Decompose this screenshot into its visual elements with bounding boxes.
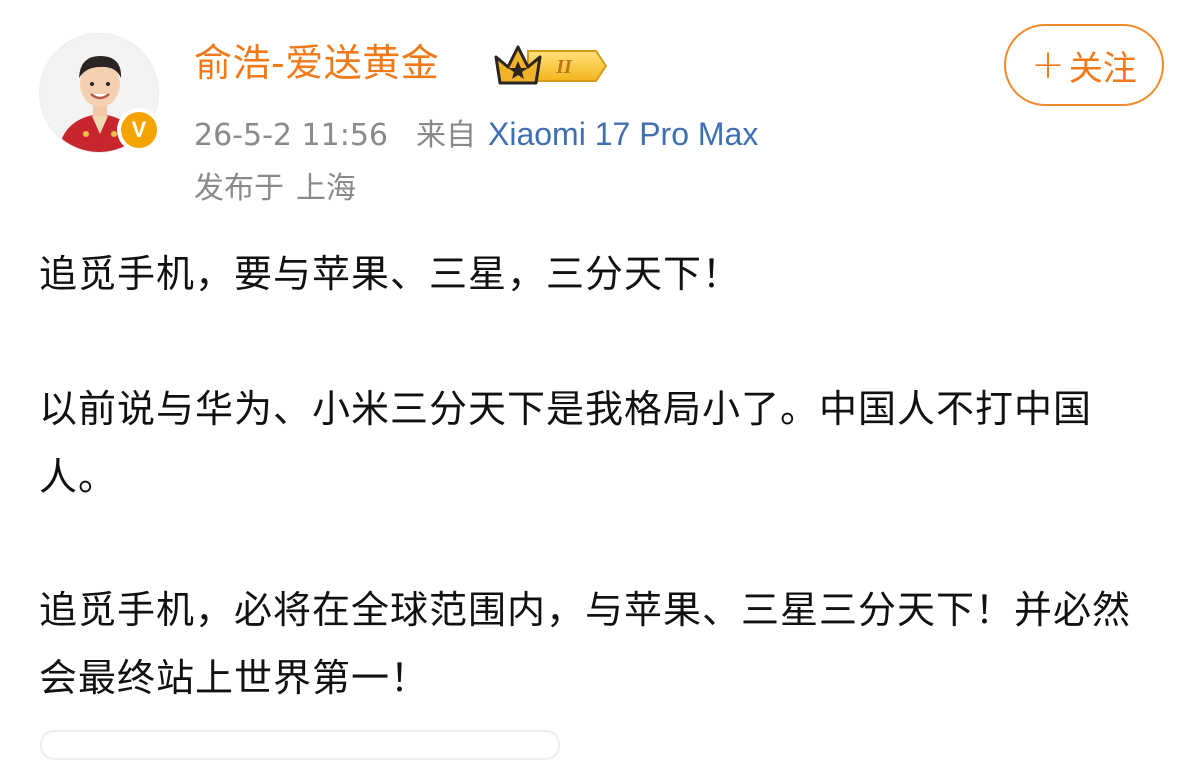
post-meta: 26-5-2 11:56 来自 Xiaomi 17 Pro Max (194, 112, 758, 156)
post-paragraph-3: 追觅手机，必将在全球范围内，与苹果、三星三分天下！并必然会最终站上世界第一！ (39, 588, 1132, 700)
post-timestamp: 26-5-2 11:56 (194, 118, 388, 153)
post-location: 发布于 上海 (194, 168, 356, 210)
location-prefix: 发布于 (194, 171, 284, 206)
next-card-edge (40, 730, 560, 760)
follow-button[interactable]: + 关注 (1004, 24, 1164, 106)
username[interactable]: 俞浩-爱送黄金 (194, 38, 439, 88)
source-prefix: 来自 (416, 118, 476, 153)
crown-vip-icon[interactable]: II (492, 43, 610, 89)
post-paragraph-1: 追觅手机，要与苹果、三星，三分天下！ (39, 252, 742, 296)
vip-level-label: II (555, 56, 573, 78)
device-link[interactable]: Xiaomi 17 Pro Max (488, 116, 758, 152)
location-name: 上海 (296, 171, 356, 206)
plus-icon: + (1031, 42, 1065, 88)
follow-label: 关注 (1068, 48, 1137, 89)
verified-badge: V (117, 108, 161, 152)
verified-v-icon: V (121, 112, 157, 148)
post-paragraph-2: 以前说与华为、小米三分天下是我格局小了。中国人不打中国人。 (39, 387, 1093, 499)
